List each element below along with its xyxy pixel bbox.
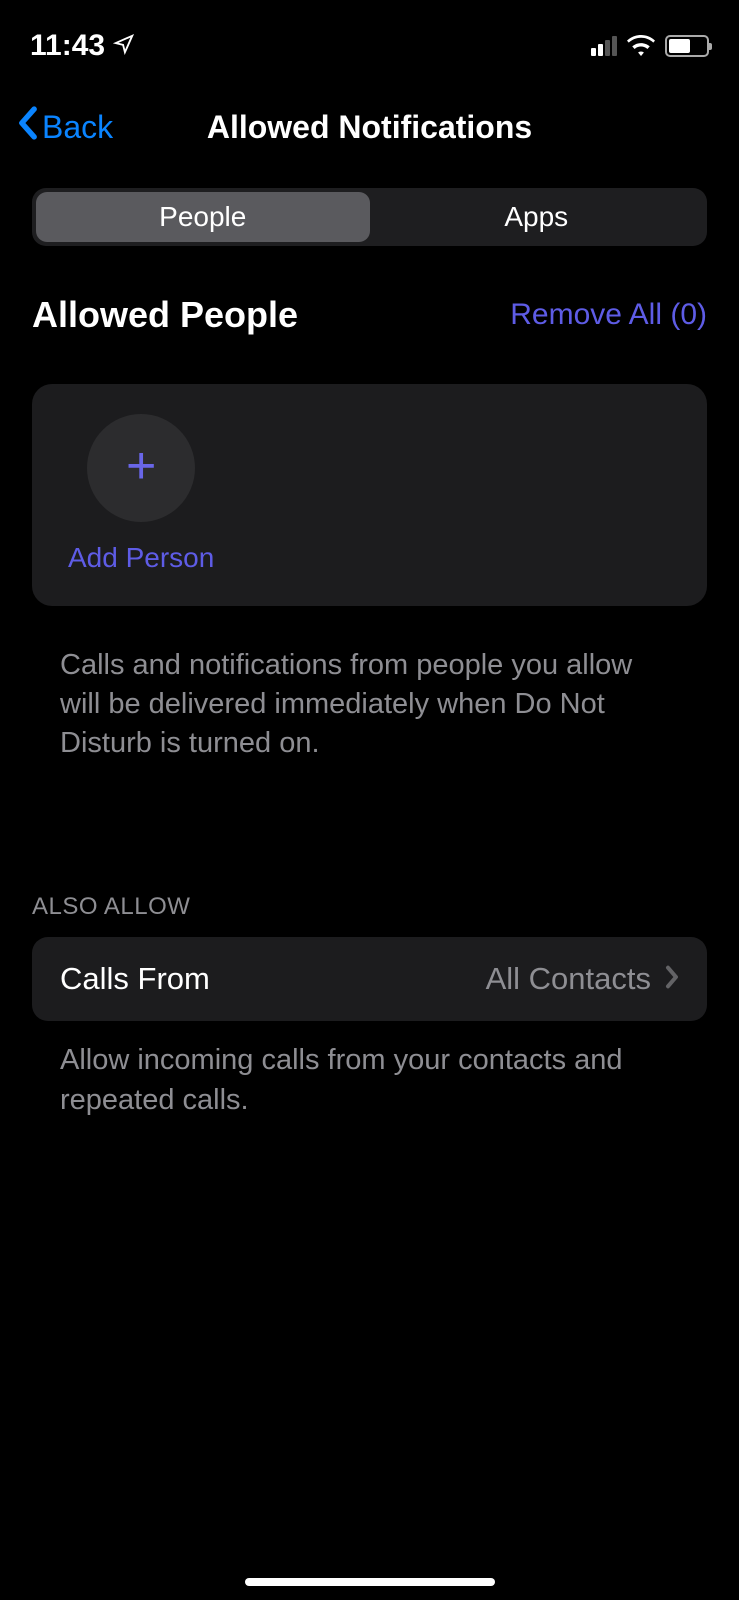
add-person-circle: + — [87, 414, 195, 522]
also-allow-section-label: ALSO ALLOW — [0, 763, 739, 937]
wifi-icon — [627, 35, 655, 57]
calls-from-right: All Contacts — [486, 961, 679, 997]
tab-people-label: People — [159, 201, 246, 233]
status-bar-left: 11:43 — [30, 29, 135, 63]
status-time: 11:43 — [30, 29, 105, 63]
battery-icon — [665, 35, 709, 57]
tab-apps[interactable]: Apps — [370, 192, 704, 242]
chevron-left-icon — [18, 106, 38, 148]
status-bar-right — [591, 35, 709, 57]
calls-from-row[interactable]: Calls From All Contacts — [32, 937, 707, 1021]
home-indicator[interactable] — [245, 1578, 495, 1586]
cellular-signal-icon — [591, 36, 617, 56]
allowed-people-header: Allowed People Remove All (0) — [0, 246, 739, 336]
plus-icon: + — [126, 440, 156, 492]
allowed-people-title: Allowed People — [32, 294, 298, 336]
back-label: Back — [42, 109, 113, 146]
allowed-people-card: + Add Person — [32, 384, 707, 606]
allowed-people-description: Calls and notifications from people you … — [0, 606, 739, 763]
chevron-right-icon — [665, 965, 679, 994]
status-bar: 11:43 — [0, 0, 739, 70]
tab-people[interactable]: People — [36, 192, 370, 242]
calls-from-label: Calls From — [60, 961, 210, 997]
remove-all-button[interactable]: Remove All (0) — [510, 298, 707, 332]
page-title: Allowed Notifications — [207, 109, 532, 146]
tab-apps-label: Apps — [504, 201, 568, 233]
nav-header: Back Allowed Notifications — [0, 70, 739, 174]
add-person-label: Add Person — [68, 542, 214, 574]
back-button[interactable]: Back — [18, 106, 113, 148]
segmented-control: People Apps — [32, 188, 707, 246]
add-person-button[interactable]: + Add Person — [68, 414, 214, 574]
location-icon — [113, 29, 135, 63]
calls-from-description: Allow incoming calls from your contacts … — [0, 1021, 739, 1119]
calls-from-value: All Contacts — [486, 961, 651, 997]
